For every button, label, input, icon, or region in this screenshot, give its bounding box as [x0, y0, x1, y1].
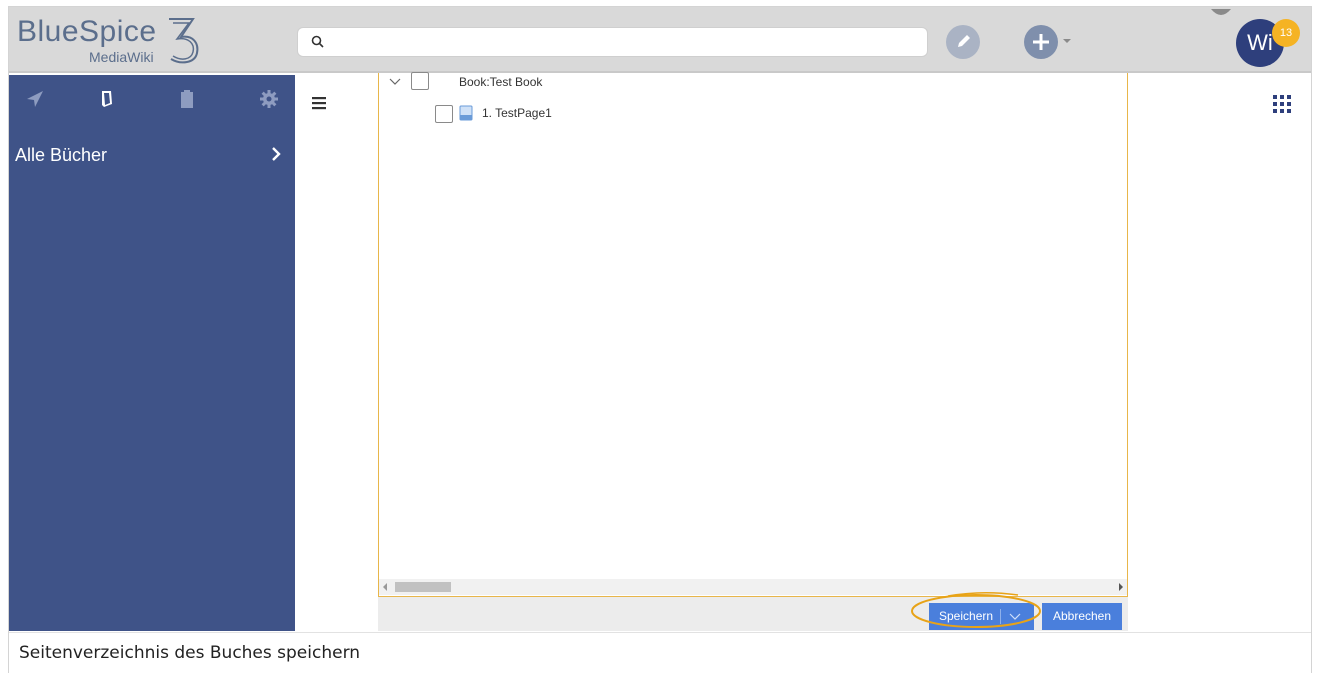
annotation-highlight-ellipse [911, 591, 1041, 628]
search-input[interactable] [334, 30, 914, 54]
bluespice-logo[interactable]: BlueSpice MediaWiki [17, 13, 207, 69]
sidebar-tabs [9, 75, 295, 123]
search-icon [311, 35, 324, 48]
new-menu-caret-icon[interactable] [1062, 38, 1072, 44]
scrollbar-thumb[interactable] [395, 582, 451, 592]
logo-three-icon [169, 18, 199, 64]
chevron-right-icon [272, 147, 281, 161]
chevron-down-icon[interactable] [389, 78, 401, 86]
scroll-right-icon[interactable] [1118, 583, 1124, 591]
top-bar: BlueSpice MediaWiki Wi 13 [9, 7, 1311, 73]
search-box[interactable] [297, 27, 928, 57]
book-tree-panel: Book:Test Book 1. TestPage1 [378, 72, 1128, 597]
tree-node-root[interactable]: Book:Test Book [389, 72, 689, 93]
logo-text: BlueSpice [17, 15, 157, 48]
tree-node-child[interactable]: 1. TestPage1 [435, 103, 735, 123]
sidebar-item-label: Alle Bücher [15, 145, 108, 165]
sidebar-item-alle-buecher[interactable]: Alle Bücher [9, 137, 295, 173]
edit-button[interactable] [946, 25, 980, 59]
cancel-button[interactable]: Abbrechen [1042, 603, 1122, 630]
new-page-button[interactable] [1024, 25, 1058, 59]
gear-icon[interactable] [257, 87, 281, 111]
navigation-icon[interactable] [23, 87, 47, 111]
image-caption: Seitenverzeichnis des Buches speichern [9, 632, 1311, 673]
caption-text: Seitenverzeichnis des Buches speichern [19, 643, 361, 663]
tree-node-label: 1. TestPage1 [482, 106, 552, 120]
menu-toggle-icon[interactable] [310, 94, 332, 112]
tree-node-label: Book:Test Book [459, 75, 543, 89]
page-icon [459, 105, 473, 121]
scroll-left-icon[interactable] [382, 583, 388, 591]
plus-icon [1033, 34, 1049, 50]
pencil-icon [958, 35, 970, 47]
tree-node-checkbox[interactable] [435, 105, 453, 123]
book-icon[interactable] [95, 87, 119, 111]
tree-node-checkbox[interactable] [411, 72, 429, 90]
user-settings-icon[interactable] [1209, 7, 1233, 21]
sidebar: Alle Bücher [9, 75, 295, 631]
notification-badge[interactable]: 13 [1272, 19, 1300, 47]
apps-grid-icon[interactable] [1271, 93, 1293, 115]
clipboard-icon[interactable] [175, 87, 199, 111]
logo-subtext: MediaWiki [89, 49, 154, 65]
